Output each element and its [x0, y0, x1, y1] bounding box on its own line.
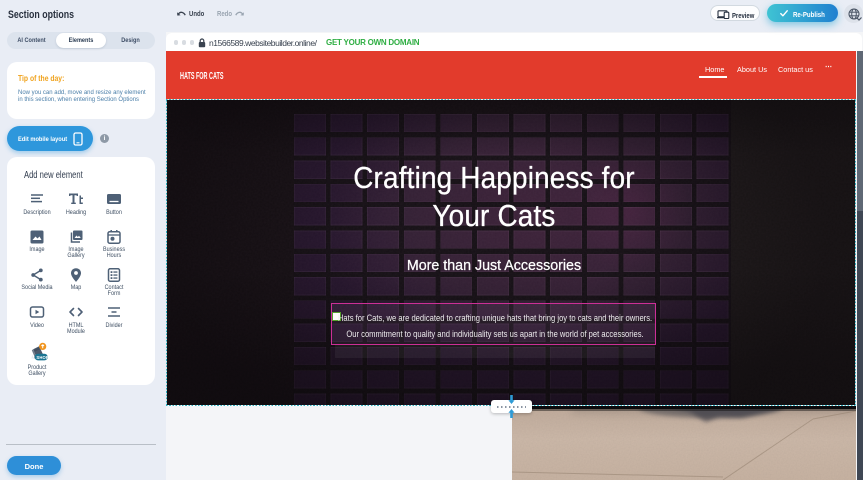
svg-text:SHOP: SHOP: [36, 355, 48, 360]
